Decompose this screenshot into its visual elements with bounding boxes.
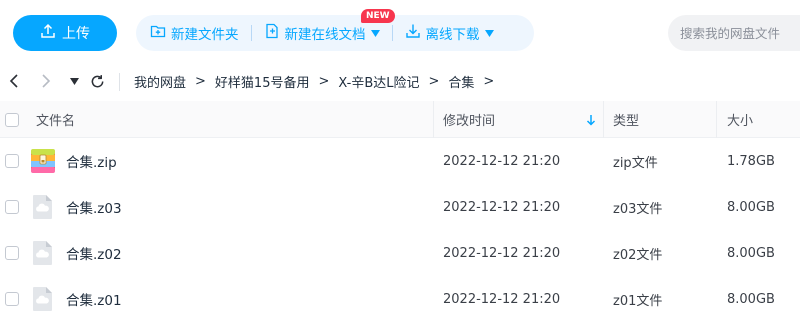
forward-arrow-icon[interactable] [36, 71, 56, 91]
offline-download-label: 离线下载 [425, 27, 480, 43]
breadcrumb-item[interactable]: X-辛B达L险记 [338, 72, 419, 91]
table-row[interactable]: 合集.zip 2022-12-12 21:20 zip文件 1.78GB [0, 138, 800, 184]
file-name[interactable]: 合集.z01 [66, 276, 122, 322]
header-filename[interactable]: 文件名 [36, 101, 75, 138]
row-checkbox[interactable] [5, 276, 19, 322]
breadcrumb-separator: > [318, 74, 330, 89]
document-plus-icon [264, 23, 280, 43]
generic-file-icon [31, 276, 55, 322]
file-type: z03文件 [613, 201, 663, 217]
upload-icon [40, 23, 56, 43]
new-online-doc-label: 新建在线文档 [284, 27, 366, 43]
file-size: 8.00GB [727, 245, 775, 261]
generic-file-icon [31, 184, 55, 230]
breadcrumb-separator: > [195, 74, 206, 89]
file-type: z01文件 [613, 293, 663, 309]
toolbar: 上传 新建文件夹 新建在线文档 离线下载 NEW 搜索我的网盘文件 [0, 0, 800, 66]
nav-divider [119, 73, 120, 91]
table-row[interactable]: 合集.z01 2022-12-12 21:20 z01文件 8.00GB [0, 276, 800, 322]
generic-file-icon [31, 230, 55, 276]
back-arrow-icon[interactable] [4, 71, 24, 91]
row-checkbox[interactable] [5, 184, 19, 230]
refresh-icon[interactable] [87, 71, 107, 91]
column-divider [603, 101, 604, 138]
zip-archive-icon [31, 138, 55, 184]
file-size: 8.00GB [727, 291, 775, 307]
search-box [668, 15, 800, 51]
toolbar-divider [250, 25, 252, 41]
breadcrumb-item-current[interactable]: 合集 [448, 72, 474, 91]
history-dropdown-icon[interactable] [64, 71, 84, 91]
row-checkbox[interactable] [5, 230, 19, 276]
file-table: 文件名 修改时间 类型 大小 合集.zip 2022-12-12 21:20 z… [0, 101, 800, 322]
new-folder-label: 新建文件夹 [171, 27, 239, 43]
table-row[interactable]: 合集.z02 2022-12-12 21:20 z02文件 8.00GB [0, 230, 800, 276]
breadcrumb: 我的网盘 > 好样猫15号备用 > X-辛B达L险记 > 合集 > [134, 72, 503, 91]
table-header: 文件名 修改时间 类型 大小 [0, 101, 800, 138]
new-badge: NEW [361, 9, 395, 23]
file-name[interactable]: 合集.zip [66, 138, 117, 184]
chevron-down-icon [370, 25, 380, 41]
file-modified: 2022-12-12 21:20 [443, 291, 561, 307]
file-size: 8.00GB [727, 199, 775, 215]
header-size[interactable]: 大小 [727, 101, 753, 138]
file-type: zip文件 [613, 155, 658, 171]
breadcrumb-item[interactable]: 好样猫15号备用 [215, 72, 310, 91]
arrow-down-icon[interactable] [586, 101, 596, 138]
breadcrumb-item[interactable]: 我的网盘 [134, 72, 186, 91]
file-modified: 2022-12-12 21:20 [443, 199, 561, 215]
file-name[interactable]: 合集.z02 [66, 230, 122, 276]
navigation-bar: 我的网盘 > 好样猫15号备用 > X-辛B达L险记 > 合集 > [0, 66, 800, 96]
breadcrumb-separator: > [483, 74, 495, 89]
file-modified: 2022-12-12 21:20 [443, 153, 561, 169]
file-name[interactable]: 合集.z03 [66, 184, 122, 230]
download-icon [405, 23, 421, 43]
header-modified[interactable]: 修改时间 [443, 101, 495, 138]
breadcrumb-separator: > [428, 74, 440, 89]
upload-button[interactable]: 上传 [13, 15, 117, 51]
file-modified: 2022-12-12 21:20 [443, 245, 561, 261]
chevron-down-icon [484, 25, 494, 41]
column-divider [433, 101, 434, 138]
header-type[interactable]: 类型 [613, 101, 639, 138]
folder-plus-icon [150, 23, 166, 43]
file-type: z02文件 [613, 247, 663, 263]
action-group: 新建文件夹 新建在线文档 离线下载 [136, 15, 534, 51]
offline-download-button[interactable]: 离线下载 [405, 15, 494, 51]
upload-label: 上传 [62, 26, 90, 42]
table-row[interactable]: 合集.z03 2022-12-12 21:20 z03文件 8.00GB [0, 184, 800, 230]
select-all-checkbox[interactable] [5, 101, 19, 138]
toolbar-divider [391, 25, 393, 41]
file-size: 1.78GB [727, 153, 775, 169]
search-input[interactable] [668, 15, 800, 51]
new-folder-button[interactable]: 新建文件夹 [150, 15, 239, 51]
row-checkbox[interactable] [5, 138, 19, 184]
column-divider [716, 101, 717, 138]
